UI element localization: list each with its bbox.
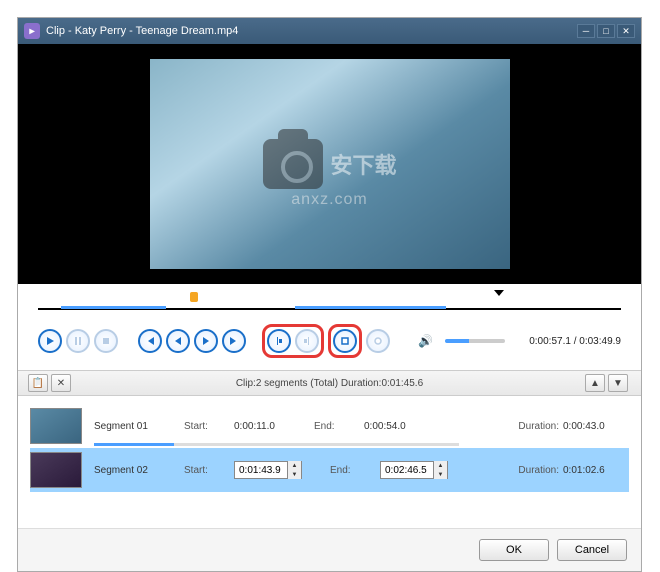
start-label: Start: <box>184 465 234 476</box>
maximize-button[interactable]: □ <box>597 24 615 38</box>
cancel-button[interactable]: Cancel <box>557 539 627 561</box>
minimize-button[interactable]: ─ <box>577 24 595 38</box>
segment-thumbnail <box>30 408 82 444</box>
segments-toolbar: 📋 ✕ Clip:2 segments (Total) Duration:0:0… <box>18 370 641 396</box>
playback-controls: 🔊 0:00:57.1 / 0:03:49.9 <box>18 318 641 370</box>
start-label: Start: <box>184 421 234 432</box>
highlight-markers-right <box>328 324 362 358</box>
end-spinner[interactable]: ▲▼ <box>380 461 448 479</box>
app-icon: ▸ <box>24 23 40 39</box>
volume-slider[interactable] <box>445 339 505 343</box>
spin-down[interactable]: ▼ <box>287 470 301 479</box>
highlight-markers-left <box>262 324 324 358</box>
start-input[interactable] <box>235 465 287 476</box>
spin-up[interactable]: ▲ <box>433 461 447 470</box>
spin-down[interactable]: ▼ <box>433 470 447 479</box>
segment-name: Segment 02 <box>94 465 184 476</box>
duration-value: 0:01:02.6 <box>559 465 629 476</box>
prev-segment-button[interactable] <box>138 329 162 353</box>
duration-label: Duration: <box>518 465 559 476</box>
snapshot-button[interactable] <box>366 329 390 353</box>
video-frame: 安下载 anxz.com <box>150 59 510 269</box>
segments-list: Segment 01 Start: 0:00:11.0 End: 0:00:54… <box>18 396 641 528</box>
play-button[interactable] <box>38 329 62 353</box>
watermark-camera-icon <box>262 139 322 189</box>
segments-summary: Clip:2 segments (Total) Duration:0:01:45… <box>74 378 585 389</box>
copy-segment-button[interactable]: 📋 <box>28 374 48 392</box>
add-segment-button[interactable] <box>333 329 357 353</box>
segment-thumbnail <box>30 452 82 488</box>
ok-button[interactable]: OK <box>479 539 549 561</box>
end-input[interactable] <box>381 465 433 476</box>
spin-up[interactable]: ▲ <box>287 461 301 470</box>
watermark-sub: anxz.com <box>291 191 367 209</box>
start-value: 0:00:11.0 <box>234 421 314 432</box>
end-label: End: <box>330 465 380 476</box>
mark-in-button[interactable] <box>267 329 291 353</box>
watermark-text: 安下载 <box>330 148 396 180</box>
pause-button[interactable] <box>66 329 90 353</box>
segment-row[interactable]: Segment 01 Start: 0:00:11.0 End: 0:00:54… <box>30 404 629 448</box>
titlebar[interactable]: ▸ Clip - Katy Perry - Teenage Dream.mp4 … <box>18 18 641 44</box>
segment-name: Segment 01 <box>94 421 184 432</box>
window-title: Clip - Katy Perry - Teenage Dream.mp4 <box>46 25 238 37</box>
duration-value: 0:00:43.0 <box>559 421 629 432</box>
video-preview: 安下载 anxz.com <box>18 44 641 284</box>
stop-button[interactable] <box>94 329 118 353</box>
step-forward-button[interactable] <box>194 329 218 353</box>
dialog-footer: OK Cancel <box>18 528 641 571</box>
move-down-button[interactable]: ▼ <box>608 374 628 392</box>
end-label: End: <box>314 421 364 432</box>
start-spinner[interactable]: ▲▼ <box>234 461 302 479</box>
step-back-button[interactable] <box>166 329 190 353</box>
end-value: 0:00:54.0 <box>364 421 444 432</box>
time-display: 0:00:57.1 / 0:03:49.9 <box>529 336 621 347</box>
close-button[interactable]: ✕ <box>617 24 635 38</box>
next-segment-button[interactable] <box>222 329 246 353</box>
volume-icon[interactable]: 🔊 <box>418 334 433 348</box>
move-up-button[interactable]: ▲ <box>585 374 605 392</box>
delete-segment-button[interactable]: ✕ <box>51 374 71 392</box>
duration-label: Duration: <box>518 421 559 432</box>
clip-editor-window: ▸ Clip - Katy Perry - Teenage Dream.mp4 … <box>17 17 642 572</box>
playhead[interactable] <box>190 292 198 302</box>
mark-out-button[interactable] <box>295 329 319 353</box>
segment-row[interactable]: Segment 02 Start: ▲▼ End: ▲▼ Duration: 0… <box>30 448 629 492</box>
timeline[interactable] <box>18 284 641 318</box>
